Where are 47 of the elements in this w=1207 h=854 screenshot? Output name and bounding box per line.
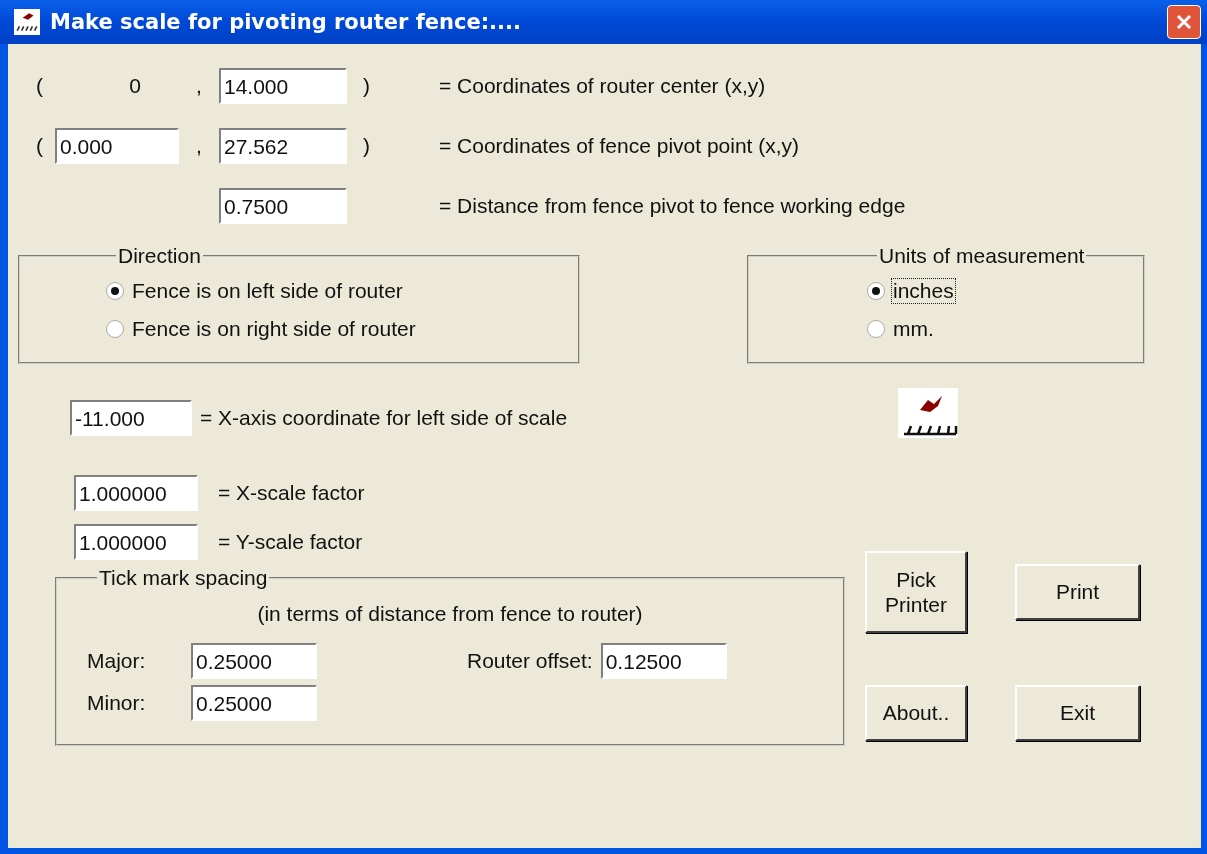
field-label: = X-axis coordinate for left side of scale [200,406,568,430]
field-label: = Coordinates of fence pivot point (x,y) [439,134,800,158]
paren-text: ( [36,74,43,97]
radio-label[interactable]: Fence is on left side of router [130,278,405,304]
close-button[interactable] [1167,5,1201,39]
field-label: = Distance from fence pivot to fence working edge [439,194,906,218]
router-logo-icon [897,388,960,438]
field-label: Major: [87,649,147,673]
y-input-field[interactable]: 14.000 [219,68,347,104]
minor-field[interactable]: 0.25000 [191,685,317,721]
dialog-button[interactable]: Exit [1015,685,1140,741]
y-input-field[interactable]: 0.7500 [219,188,347,224]
radio-label[interactable]: Fence is on right side of router [130,316,418,342]
group-title: Tick mark spacing [98,566,269,590]
field-label: = X-scale factor [218,480,365,505]
radio-label[interactable]: inches [891,278,956,304]
x-input-field[interactable]: 0.000 [55,128,179,164]
app-icon [12,9,42,35]
dialog-button[interactable]: About.. [865,685,967,741]
major-field[interactable]: 0.25000 [191,643,317,679]
radio-button[interactable] [106,320,124,338]
group-title: Direction [117,244,202,268]
note-text: (in terms of distance from fence to router) [256,602,644,626]
close-icon [1174,12,1194,32]
radio-label[interactable]: mm. [891,316,936,342]
field-label: = Coordinates of router center (x,y) [439,74,766,98]
paren-text: ) [363,74,370,97]
scale-factor-field[interactable]: 1.000000 [74,474,198,511]
comma-text: , [196,134,202,157]
radio-button[interactable] [106,282,124,300]
x-axis-field[interactable]: -11.000 [70,400,192,436]
group-title: Units of measurement [878,244,1086,268]
x-value-text: 0 [129,74,142,98]
router-offset-field[interactable]: 0.12500 [600,643,727,679]
field-label: Router offset: [467,649,593,673]
field-label: Minor: [87,691,147,715]
window-title: Make scale for pivoting router fence:.... [50,10,522,34]
scale-factor-field[interactable]: 1.000000 [74,523,198,560]
field-label: = Y-scale factor [218,529,363,554]
radio-button[interactable] [867,282,885,300]
paren-text: ( [36,134,43,157]
comma-text: , [196,74,202,97]
y-input-field[interactable]: 27.562 [219,128,347,164]
dialog-button[interactable]: Print [1015,564,1140,620]
paren-text: ) [363,134,370,157]
radio-button[interactable] [867,320,885,338]
dialog-button[interactable]: Pick Printer [865,551,967,633]
